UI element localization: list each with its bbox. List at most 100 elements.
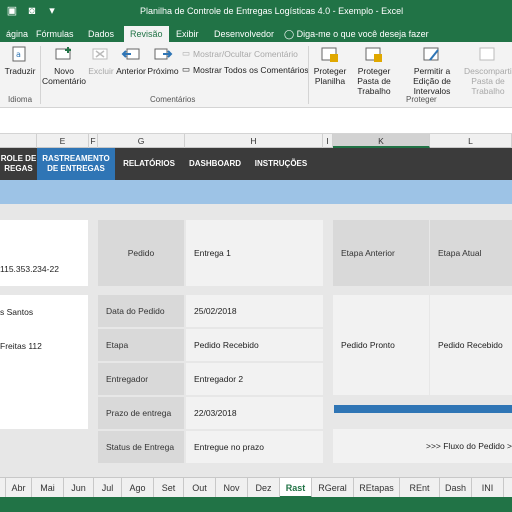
ribbon-separator: [308, 46, 309, 104]
data-pedido-label: Data do Pedido: [98, 295, 184, 327]
proteger-planilha-button[interactable]: Proteger Planilha: [312, 46, 348, 86]
order-progress-bar: [334, 405, 512, 413]
excluir-button[interactable]: Excluir: [86, 46, 116, 76]
tab-exibir[interactable]: Exibir: [170, 26, 205, 42]
sheet-body: 115.353.234-22 s Santos Freitas 112 Pedi…: [0, 204, 512, 477]
save-icon[interactable]: ▣: [6, 5, 18, 17]
client-name-cell[interactable]: s Santos: [0, 295, 88, 329]
window-title: Planilha de Controle de Entregas Logísti…: [140, 6, 404, 16]
sheet-tab-rent[interactable]: REnt: [400, 478, 440, 498]
sheet-tab-dez[interactable]: Dez: [248, 478, 280, 498]
column-header-l[interactable]: L: [430, 134, 512, 148]
translate-icon: a: [12, 46, 26, 62]
status-label: Status de Entrega: [98, 431, 184, 463]
sheet-tab-ago[interactable]: Ago: [122, 478, 154, 498]
desproteger-button[interactable]: Descompartilhar Pasta de Trabalho: [464, 46, 512, 96]
tab-formulas[interactable]: Fórmulas: [30, 26, 80, 42]
mostrar-ocultar-comentario[interactable]: ▭ Mostrar/Ocultar Comentário: [182, 48, 298, 59]
sheet-tabs: Abr Mai Jun Jul Ago Set Out Nov Dez Rast…: [0, 477, 512, 498]
tab-layout-pagina[interactable]: ágina: [0, 26, 34, 42]
nav-instrucoes[interactable]: INSTRUÇÕES: [250, 148, 312, 180]
traduzir-button[interactable]: a Traduzir: [4, 46, 36, 76]
left-blank-cell[interactable]: [0, 363, 88, 395]
fluxo-pedido-link[interactable]: >>> Fluxo do Pedido >: [333, 429, 512, 463]
anterior-button[interactable]: Anterior: [116, 46, 146, 76]
address-cell[interactable]: Freitas 112: [0, 329, 88, 363]
nav-dashboard[interactable]: DASHBOARD: [184, 148, 246, 180]
tab-revisao[interactable]: Revisão: [124, 26, 169, 42]
svg-text:a: a: [16, 50, 21, 59]
entregador-label: Entregador: [98, 363, 184, 395]
protect-workbook-icon: [365, 47, 382, 62]
delete-comment-icon: [92, 48, 108, 60]
sheet-tab-rgeral[interactable]: RGeral: [312, 478, 354, 498]
etapa-label: Etapa: [98, 329, 184, 361]
novo-comentario-button[interactable]: Novo Comentário: [42, 46, 86, 86]
permitir-edicao-button[interactable]: Permitir a Edição de Intervalos: [400, 46, 464, 96]
pedido-value[interactable]: Entrega 1: [186, 220, 323, 286]
left-blank-cell[interactable]: [0, 220, 88, 252]
tab-desenvolvedor[interactable]: Desenvolvedor: [208, 26, 280, 42]
sheet-tab-set[interactable]: Set: [154, 478, 184, 498]
header-band: [0, 180, 512, 204]
sheet-tab-jun[interactable]: Jun: [64, 478, 94, 498]
sheet-tab-nov[interactable]: Nov: [216, 478, 248, 498]
group-proteger-label: Proteger: [406, 95, 437, 104]
sheet-tab-retapas[interactable]: REtapas: [354, 478, 400, 498]
title-bar: ▣ ◙ ▾ Planilha de Controle de Entregas L…: [0, 0, 512, 24]
etapa-atual-value[interactable]: Pedido Recebido: [430, 295, 512, 395]
etapa-anterior-value[interactable]: Pedido Pronto: [333, 295, 429, 395]
proximo-button[interactable]: Próximo: [146, 46, 180, 76]
sheet-tab-mai[interactable]: Mai: [32, 478, 64, 498]
tell-me-search[interactable]: ◯ Diga-me o que você deseja fazer: [278, 26, 435, 42]
column-header-h[interactable]: H: [185, 134, 323, 148]
column-header-d[interactable]: [0, 134, 37, 148]
data-pedido-value[interactable]: 25/02/2018: [186, 295, 323, 327]
ribbon-tabs: ágina Fórmulas Dados Revisão Exibir Dese…: [0, 24, 512, 42]
dashboard-nav: ROLE DE REGAS RASTREAMENTO DE ENTREGAS R…: [0, 148, 512, 180]
tab-dados[interactable]: Dados: [82, 26, 120, 42]
protect-sheet-icon: [321, 47, 338, 62]
formula-bar[interactable]: [0, 108, 512, 134]
prazo-value[interactable]: 22/03/2018: [186, 397, 323, 429]
group-idioma-label: Idioma: [8, 95, 33, 104]
sheet-tab-ini[interactable]: INI: [472, 478, 504, 498]
mostrar-todos-comentarios[interactable]: ▭ Mostrar Todos os Comentários: [182, 64, 309, 75]
sheet-tab-rast[interactable]: Rast: [280, 478, 312, 498]
cpf-cell[interactable]: 115.353.234-22: [0, 252, 88, 286]
show-hide-comment-icon: ▭: [182, 48, 191, 58]
ribbon: a Traduzir Idioma Novo Comentário Exclui…: [0, 42, 512, 108]
sheet-tab-out[interactable]: Out: [184, 478, 216, 498]
customize-qat-icon[interactable]: ▾: [46, 5, 58, 17]
quick-access-toolbar: ▣ ◙ ▾: [6, 5, 58, 17]
column-header-k[interactable]: K: [333, 134, 430, 148]
nav-rastreamento[interactable]: RASTREAMENTO DE ENTREGAS: [37, 148, 115, 180]
column-header-i[interactable]: I: [323, 134, 333, 148]
new-comment-icon: [55, 47, 71, 60]
sheet-tab-jul[interactable]: Jul: [94, 478, 122, 498]
nav-relatorios[interactable]: RELATÓRIOS: [118, 148, 180, 180]
status-bar: [0, 497, 512, 512]
group-comentarios-label: Comentários: [150, 95, 196, 104]
lightbulb-icon: ◯: [284, 29, 295, 39]
sheet-tab-dash[interactable]: Dash: [440, 478, 472, 498]
etapa-value[interactable]: Pedido Recebido: [186, 329, 323, 361]
next-comment-icon: [154, 48, 173, 60]
status-value[interactable]: Entregue no prazo: [186, 431, 323, 463]
ribbon-separator: [40, 46, 41, 104]
left-blank-cell[interactable]: [0, 395, 88, 429]
proteger-pasta-button[interactable]: Proteger Pasta de Trabalho: [348, 46, 400, 96]
camera-icon[interactable]: ◙: [26, 5, 38, 17]
entregador-value[interactable]: Entregador 2: [186, 363, 323, 395]
unshare-workbook-icon: [479, 47, 495, 61]
column-headers: E F G H I K L: [0, 134, 512, 148]
column-header-g[interactable]: G: [98, 134, 185, 148]
column-header-f[interactable]: F: [89, 134, 98, 148]
allow-edit-ranges-icon: [423, 47, 439, 61]
prazo-label: Prazo de entrega: [98, 397, 184, 429]
nav-controle-entregas[interactable]: ROLE DE REGAS: [0, 148, 37, 180]
pedido-label: Pedido: [98, 220, 184, 286]
column-header-e[interactable]: E: [37, 134, 89, 148]
sheet-tab-abr[interactable]: Abr: [6, 478, 32, 498]
show-all-comments-icon: ▭: [182, 64, 191, 74]
